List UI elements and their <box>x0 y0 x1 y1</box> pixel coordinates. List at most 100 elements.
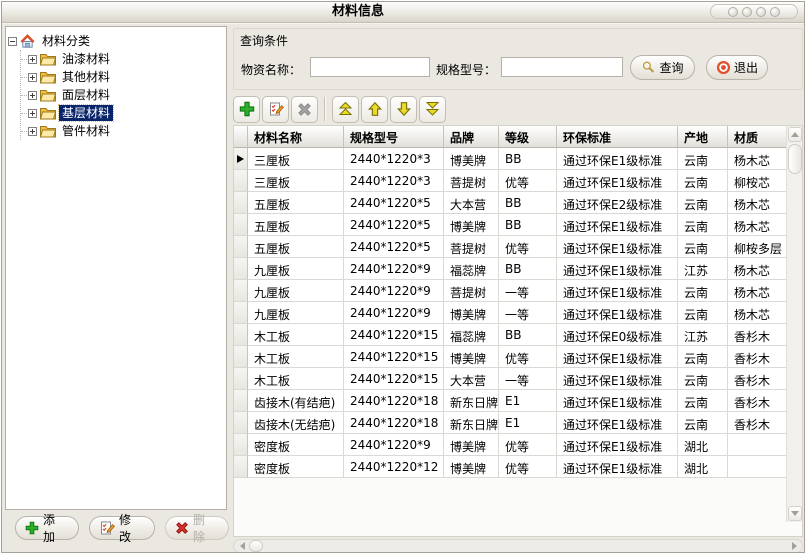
table-cell[interactable]: 五厘板 <box>248 192 344 214</box>
table-cell[interactable]: BB <box>499 324 557 346</box>
table-cell[interactable]: 2440*1220*3 <box>344 170 444 192</box>
table-cell[interactable]: 菩提树 <box>444 280 499 302</box>
table-cell[interactable]: 九厘板 <box>248 302 344 324</box>
table-cell[interactable]: 通过环保E1级标准 <box>557 456 678 478</box>
table-cell[interactable]: 福蕊牌 <box>444 258 499 280</box>
delete-row-button[interactable] <box>291 96 318 123</box>
table-cell[interactable]: 云南 <box>678 192 728 214</box>
scroll-down-button[interactable] <box>788 506 802 521</box>
row-selector-cell[interactable] <box>234 170 248 192</box>
table-cell[interactable]: 九厘板 <box>248 258 344 280</box>
table-cell[interactable]: BB <box>499 258 557 280</box>
table-cell[interactable]: 通过环保E1级标准 <box>557 434 678 456</box>
window-control-minimize-icon[interactable] <box>756 7 766 17</box>
row-selector-cell[interactable] <box>234 324 248 346</box>
expand-icon[interactable] <box>28 91 37 100</box>
table-cell[interactable]: 通过环保E0级标准 <box>557 324 678 346</box>
horizontal-scrollbar[interactable] <box>233 539 803 553</box>
table-row-0[interactable]: 三厘板2440*1220*3博美牌BB通过环保E1级标准云南杨木芯 <box>234 148 787 170</box>
add-row-button[interactable] <box>233 96 260 123</box>
table-cell[interactable]: 香杉木 <box>728 368 787 390</box>
table-cell[interactable]: 博美牌 <box>444 346 499 368</box>
table-cell[interactable]: 五厘板 <box>248 214 344 236</box>
table-cell[interactable]: 大本营 <box>444 192 499 214</box>
table-cell[interactable]: 博美牌 <box>444 148 499 170</box>
move-first-button[interactable] <box>332 96 359 123</box>
expand-icon[interactable] <box>28 55 37 64</box>
table-cell[interactable]: 优等 <box>499 346 557 368</box>
table-cell[interactable]: 江苏 <box>678 324 728 346</box>
edit-row-button[interactable] <box>262 96 289 123</box>
table-row-11[interactable]: 齿接木(有结疤)2440*1220*18新东日牌E1通过环保E1级标准云南香杉木 <box>234 390 787 412</box>
table-cell[interactable]: 云南 <box>678 148 728 170</box>
table-cell[interactable]: 博美牌 <box>444 214 499 236</box>
table-cell[interactable]: 2440*1220*5 <box>344 192 444 214</box>
table-cell[interactable]: BB <box>499 192 557 214</box>
table-cell[interactable]: BB <box>499 214 557 236</box>
window-control-1-icon[interactable] <box>728 7 738 17</box>
table-row-13[interactable]: 密度板2440*1220*9博美牌优等通过环保E1级标准湖北 <box>234 434 787 456</box>
column-header-1[interactable]: 规格型号 <box>344 126 444 148</box>
table-cell[interactable]: 云南 <box>678 280 728 302</box>
table-cell[interactable]: 一等 <box>499 280 557 302</box>
table-row-12[interactable]: 齿接木(无结疤)2440*1220*18新东日牌E1通过环保E1级标准云南香杉木 <box>234 412 787 434</box>
table-cell[interactable]: 五厘板 <box>248 236 344 258</box>
table-row-3[interactable]: 五厘板2440*1220*5博美牌BB通过环保E1级标准云南杨木芯 <box>234 214 787 236</box>
tree-root-item[interactable]: 材料分类 <box>8 32 224 50</box>
table-cell[interactable]: 2440*1220*5 <box>344 236 444 258</box>
table-cell[interactable]: 三厘板 <box>248 170 344 192</box>
vertical-scrollbar[interactable] <box>786 126 802 522</box>
table-cell[interactable]: 杨木芯 <box>728 192 787 214</box>
table-cell[interactable]: 通过环保E1级标准 <box>557 412 678 434</box>
table-cell[interactable] <box>728 434 787 456</box>
move-last-button[interactable] <box>419 96 446 123</box>
table-cell[interactable]: 云南 <box>678 214 728 236</box>
delete-button[interactable]: 删除 <box>165 516 229 540</box>
table-cell[interactable]: 2440*1220*18 <box>344 412 444 434</box>
table-cell[interactable]: 杨木芯 <box>728 280 787 302</box>
table-cell[interactable]: 密度板 <box>248 456 344 478</box>
scroll-right-button[interactable] <box>787 540 801 552</box>
table-cell[interactable]: 湖北 <box>678 434 728 456</box>
table-cell[interactable]: 九厘板 <box>248 280 344 302</box>
table-cell[interactable]: 2440*1220*9 <box>344 434 444 456</box>
table-cell[interactable]: 优等 <box>499 170 557 192</box>
table-cell[interactable]: 通过环保E1级标准 <box>557 346 678 368</box>
column-header-2[interactable]: 品牌 <box>444 126 499 148</box>
table-cell[interactable]: 通过环保E1级标准 <box>557 368 678 390</box>
vertical-scroll-thumb[interactable] <box>788 144 802 174</box>
table-cell[interactable]: 2440*1220*15 <box>344 346 444 368</box>
column-header-5[interactable]: 产地 <box>678 126 728 148</box>
table-cell[interactable]: 一等 <box>499 302 557 324</box>
table-cell[interactable]: 通过环保E1级标准 <box>557 302 678 324</box>
table-cell[interactable]: 云南 <box>678 390 728 412</box>
collapse-icon[interactable] <box>8 37 17 46</box>
table-cell[interactable]: 菩提树 <box>444 170 499 192</box>
table-cell[interactable]: 柳桉多层 <box>728 236 787 258</box>
tree-item-label[interactable]: 油漆材料 <box>59 51 113 67</box>
table-cell[interactable]: 2440*1220*15 <box>344 368 444 390</box>
tree-item-label[interactable]: 其他材料 <box>59 69 113 85</box>
table-row-2[interactable]: 五厘板2440*1220*5大本营BB通过环保E2级标准云南杨木芯 <box>234 192 787 214</box>
table-row-14[interactable]: 密度板2440*1220*12博美牌优等通过环保E1级标准湖北 <box>234 456 787 478</box>
table-row-6[interactable]: 九厘板2440*1220*9菩提树一等通过环保E1级标准云南杨木芯 <box>234 280 787 302</box>
table-cell[interactable]: 湖北 <box>678 456 728 478</box>
horizontal-scroll-thumb[interactable] <box>249 540 263 552</box>
table-cell[interactable]: 优等 <box>499 456 557 478</box>
tree-root-label[interactable]: 材料分类 <box>39 33 93 49</box>
table-cell[interactable]: 大本营 <box>444 368 499 390</box>
table-cell[interactable]: 2440*1220*5 <box>344 214 444 236</box>
table-cell[interactable]: 2440*1220*9 <box>344 280 444 302</box>
table-cell[interactable]: 香杉木 <box>728 412 787 434</box>
tree-item-2[interactable]: 面层材料 <box>21 86 224 104</box>
table-row-5[interactable]: 九厘板2440*1220*9福蕊牌BB通过环保E1级标准江苏杨木芯 <box>234 258 787 280</box>
table-cell[interactable]: 通过环保E2级标准 <box>557 192 678 214</box>
table-cell[interactable]: 香杉木 <box>728 324 787 346</box>
window-control-close-icon[interactable] <box>770 7 780 17</box>
expand-icon[interactable] <box>28 127 37 136</box>
table-cell[interactable]: 通过环保E1级标准 <box>557 258 678 280</box>
table-cell[interactable]: 江苏 <box>678 258 728 280</box>
table-cell[interactable] <box>728 456 787 478</box>
tree-item-label[interactable]: 管件材料 <box>59 123 113 139</box>
table-row-1[interactable]: 三厘板2440*1220*3菩提树优等通过环保E1级标准云南柳桉芯 <box>234 170 787 192</box>
